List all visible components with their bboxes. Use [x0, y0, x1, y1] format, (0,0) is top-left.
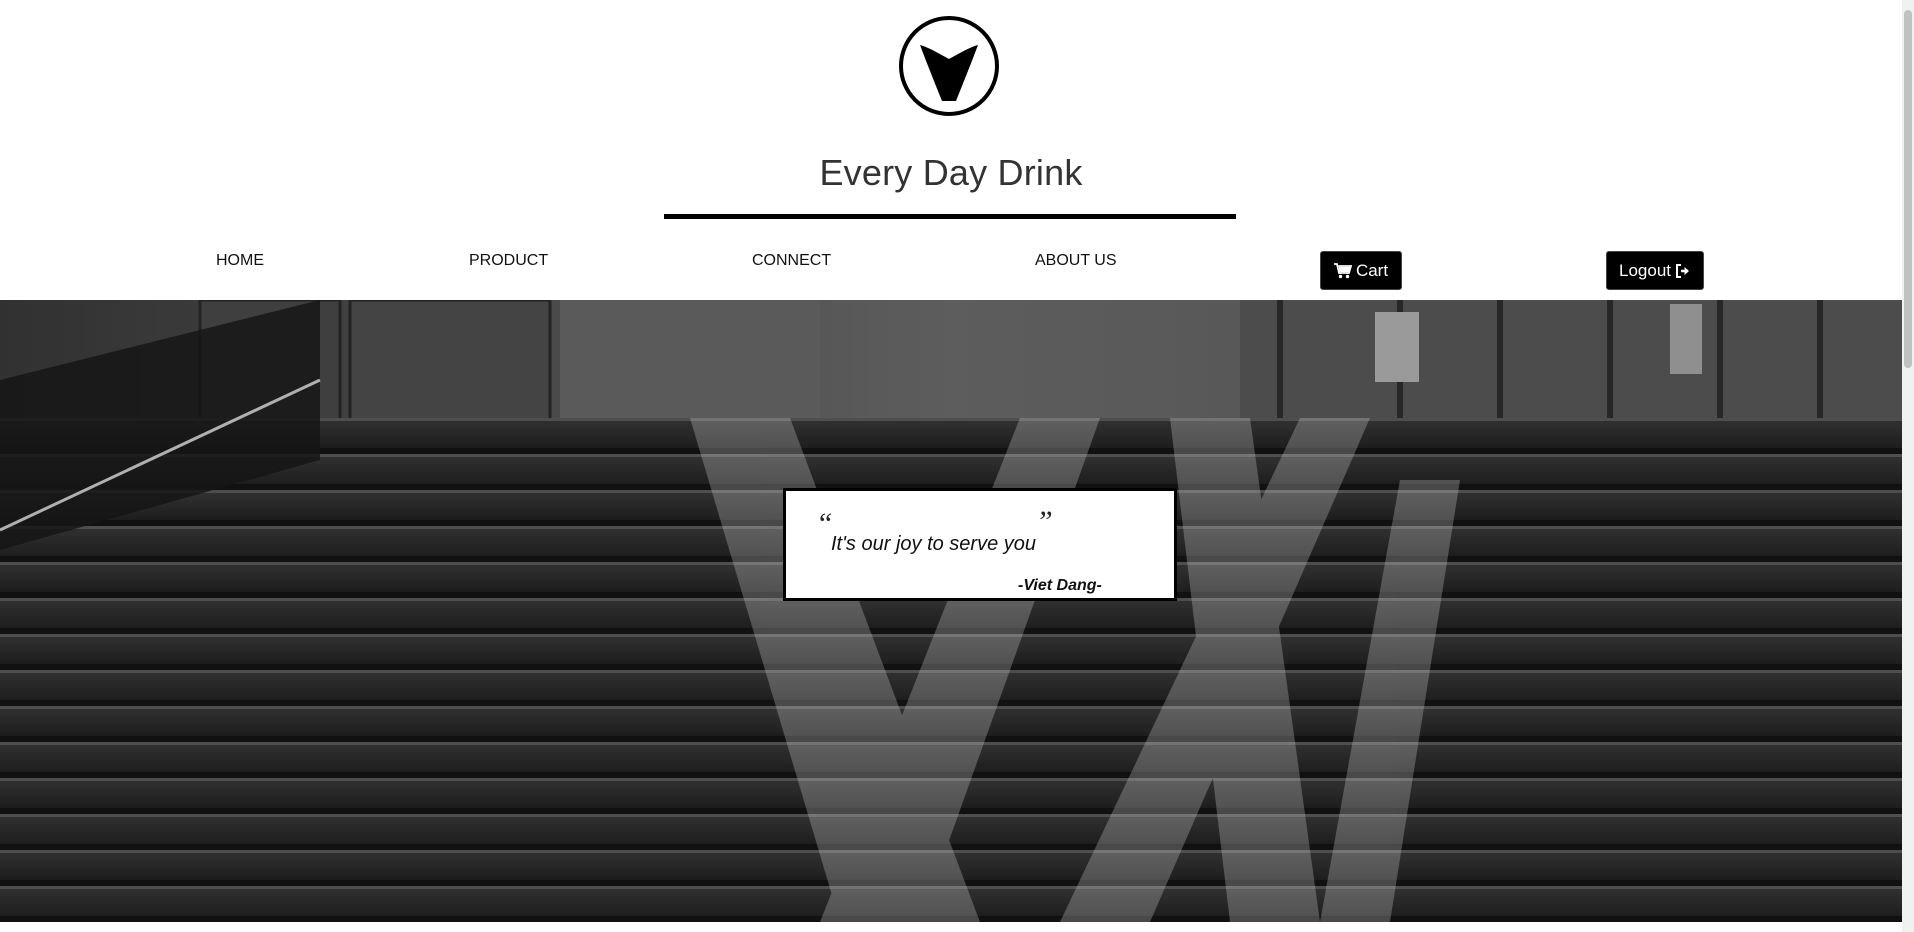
brand-title: Every Day Drink [819, 152, 1083, 193]
nav-about-us-link[interactable]: ABOUT US [1035, 252, 1117, 270]
title-divider [664, 214, 1236, 219]
nav-home-link[interactable]: HOME [216, 252, 264, 270]
scrollbar-thumb[interactable] [1904, 10, 1912, 368]
staircase-photo [0, 300, 1902, 922]
cart-button[interactable]: Cart [1320, 251, 1402, 290]
quote-author: -Viet Dang- [1018, 577, 1102, 594]
quote-text: It's our joy to serve you [831, 533, 1037, 555]
sign-out-icon [1676, 263, 1689, 278]
logout-label: Logout [1619, 260, 1671, 280]
hero-banner: “ ” It's our joy to serve you -Viet Dang… [0, 300, 1902, 922]
nav-connect-link[interactable]: CONNECT [752, 252, 831, 270]
vertical-scrollbar[interactable] [1902, 0, 1914, 932]
logo-icon[interactable] [898, 15, 1000, 117]
close-quote-mark: ” [1036, 505, 1053, 538]
logout-button[interactable]: Logout [1606, 251, 1704, 290]
nav-product-link[interactable]: PRODUCT [469, 252, 548, 270]
cart-label: Cart [1355, 260, 1389, 280]
shopping-cart-icon [1333, 262, 1352, 278]
quote-card: “ ” It's our joy to serve you -Viet Dang… [783, 488, 1177, 601]
page: Every Day Drink HOME PRODUCT CONNECT ABO… [0, 0, 1902, 932]
